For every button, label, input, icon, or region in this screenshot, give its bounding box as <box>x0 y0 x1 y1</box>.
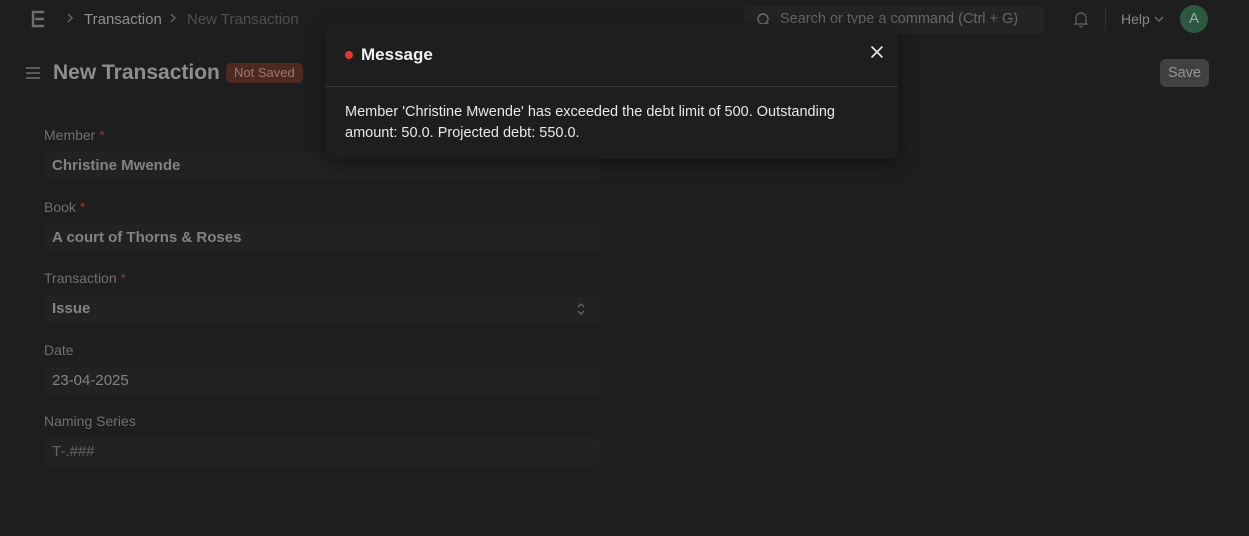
message-dialog: Message Member 'Christine Mwende' has ex… <box>325 24 898 159</box>
dialog-header: Message <box>325 24 898 87</box>
dialog-title: Message <box>361 45 433 64</box>
close-icon[interactable] <box>867 42 887 62</box>
dialog-message: Member 'Christine Mwende' has exceeded t… <box>345 104 835 141</box>
indicator-dot <box>345 51 353 59</box>
